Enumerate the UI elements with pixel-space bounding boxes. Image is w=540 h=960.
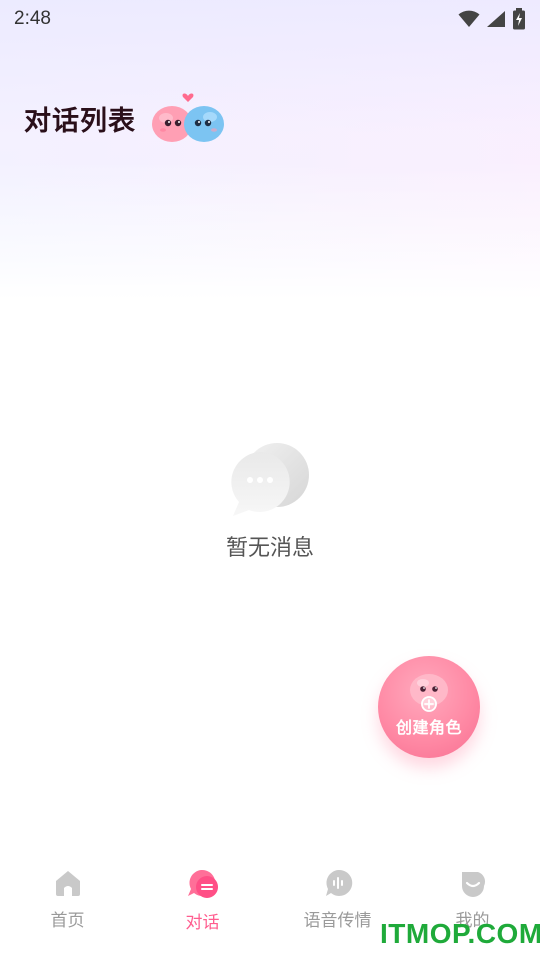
page-header: 对话列表 <box>24 88 226 148</box>
empty-state-text: 暂无消息 <box>225 536 314 561</box>
wifi-icon <box>458 10 480 27</box>
status-icons <box>458 8 526 30</box>
page-title: 对话列表 <box>24 105 136 137</box>
voice-icon <box>325 869 352 896</box>
tab-voice-label: 语音传情 <box>303 911 372 931</box>
chat-bubble-empty-icon <box>231 443 309 516</box>
status-bar: 2:48 <box>0 0 540 38</box>
couple-mascot-icon <box>152 93 224 142</box>
mascot-plus-icon <box>410 674 448 712</box>
watermark: ITMOP.COM <box>380 918 540 949</box>
tab-chat-label: 对话 <box>185 913 220 933</box>
status-time: 2:48 <box>14 8 51 29</box>
cellular-signal-icon <box>487 11 505 27</box>
home-icon <box>55 871 80 896</box>
chat-icon <box>187 869 218 898</box>
battery-charging-icon <box>513 8 525 30</box>
tab-home[interactable]: 首页 <box>0 858 135 960</box>
create-character-label: 创建角色 <box>395 718 462 737</box>
profile-icon <box>461 872 485 897</box>
tab-home-label: 首页 <box>50 911 85 931</box>
tab-chat[interactable]: 对话 <box>135 858 270 960</box>
empty-state: 暂无消息 <box>0 440 540 562</box>
header-background-fade <box>0 160 540 300</box>
create-character-button[interactable]: 创建角色 <box>378 656 480 758</box>
